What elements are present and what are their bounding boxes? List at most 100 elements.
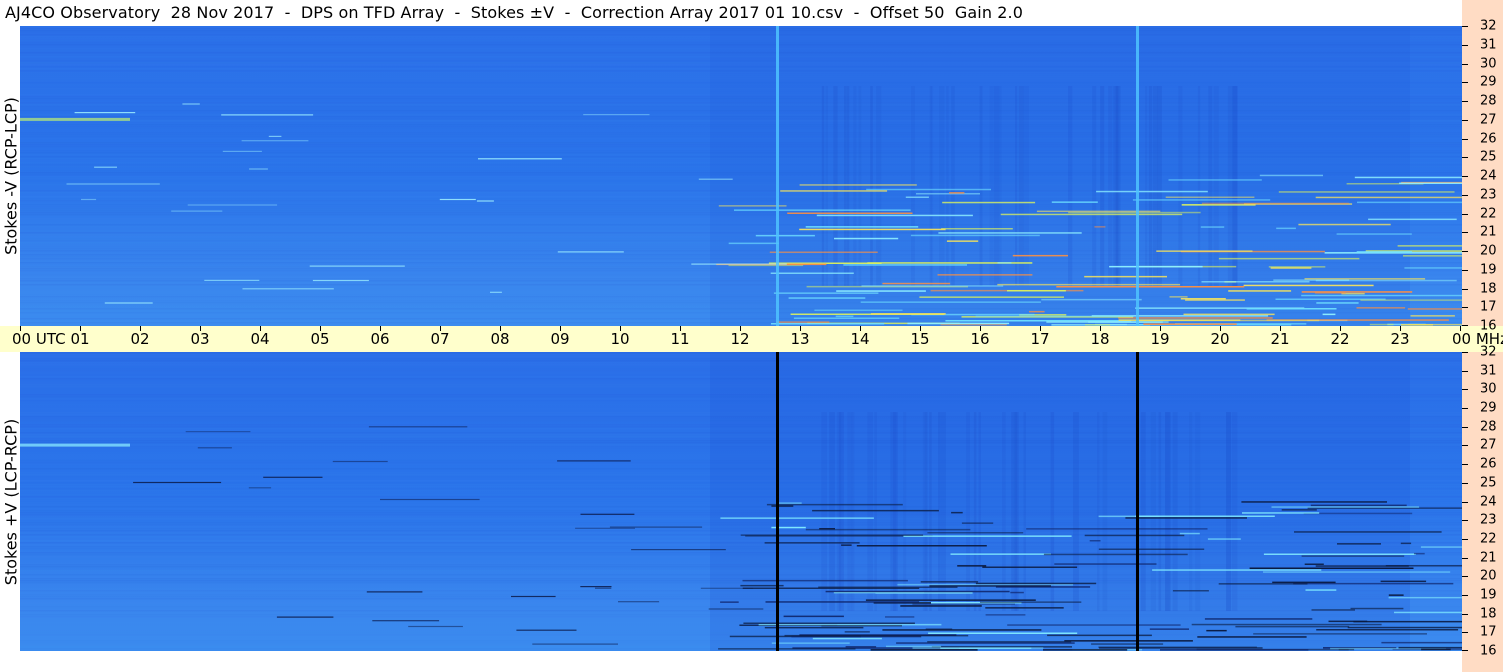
interference-streak bbox=[583, 114, 650, 116]
interference-streak bbox=[557, 251, 624, 253]
time-tick-mark bbox=[920, 326, 921, 331]
interference-streak bbox=[755, 234, 815, 237]
vertical-stripe bbox=[1197, 86, 1201, 286]
interference-streak bbox=[1407, 308, 1462, 310]
interference-streak bbox=[1303, 512, 1413, 515]
time-tick-mark bbox=[680, 326, 681, 331]
interference-streak bbox=[1246, 308, 1337, 310]
frequency-tick-mark bbox=[1462, 213, 1468, 215]
interference-streak bbox=[912, 647, 1044, 649]
interference-streak bbox=[1084, 534, 1185, 537]
time-tick-mark bbox=[1220, 326, 1221, 331]
interference-streak bbox=[1314, 292, 1346, 294]
vertical-stripe bbox=[911, 86, 915, 286]
frequency-tick-mark bbox=[1462, 251, 1468, 252]
interference-streak bbox=[1098, 548, 1205, 550]
frequency-tick-mark bbox=[1462, 269, 1468, 271]
interference-streak bbox=[816, 214, 973, 217]
interference-streak bbox=[1098, 646, 1257, 648]
vertical-stripe bbox=[1232, 86, 1238, 286]
interference-streak bbox=[784, 634, 969, 637]
interference-streak bbox=[907, 322, 1010, 325]
time-tick-mark bbox=[740, 326, 741, 331]
interference-streak bbox=[1026, 528, 1208, 530]
frequency-axis-bottom: 32 31 30 29 28 27 26 25 24 23 22 21 20 19 18 17 16 bbox=[1462, 345, 1503, 672]
interference-streak bbox=[1410, 315, 1455, 317]
frequency-tick-label: 28 bbox=[1480, 419, 1497, 435]
frequency-tick-label: 24 bbox=[1480, 494, 1497, 509]
interference-streak bbox=[1337, 543, 1381, 545]
frequency-tick-label: 18 bbox=[1480, 606, 1497, 622]
time-tick-mark bbox=[1280, 326, 1281, 331]
interference-streak bbox=[698, 178, 733, 180]
frequency-tick-mark bbox=[1462, 370, 1468, 372]
frequency-tick-label: 21 bbox=[1480, 224, 1497, 240]
frequency-tick-label: 31 bbox=[1480, 37, 1497, 53]
y-axis-label-bottom-text: Stokes +V (LCP-RCP) bbox=[1, 418, 21, 586]
vertical-stripe bbox=[1050, 412, 1055, 611]
event-vertical-line bbox=[776, 352, 779, 651]
frequency-tick-label: 31 bbox=[1480, 363, 1497, 379]
frequency-tick-label: 17 bbox=[1480, 624, 1497, 640]
interference-streak bbox=[478, 158, 562, 160]
vertical-stripe bbox=[1068, 86, 1073, 286]
chart-title: AJ4CO Observatory 28 Nov 2017 - DPS on T… bbox=[5, 3, 1024, 22]
time-tick-label: 05 bbox=[310, 330, 330, 348]
interference-streak bbox=[718, 648, 856, 650]
interference-streak bbox=[793, 317, 900, 319]
vertical-stripe bbox=[1002, 412, 1006, 611]
vertical-stripe bbox=[1145, 86, 1148, 286]
vertical-stripe bbox=[1102, 412, 1108, 611]
frequency-tick-mark bbox=[1462, 157, 1468, 159]
frequency-tick-mark bbox=[1462, 26, 1468, 27]
interference-streak bbox=[248, 487, 272, 489]
interference-streak bbox=[595, 587, 612, 589]
interference-streak bbox=[985, 607, 1064, 609]
interference-streak bbox=[1132, 199, 1271, 201]
frequency-tick-mark bbox=[1462, 520, 1468, 522]
frequency-tick-label: 27 bbox=[1480, 437, 1497, 453]
vertical-stripe bbox=[1165, 412, 1170, 611]
frequency-tick-mark bbox=[1462, 352, 1468, 353]
interference-streak bbox=[609, 526, 703, 528]
vertical-stripe bbox=[1231, 412, 1238, 611]
interference-streak bbox=[268, 135, 282, 137]
time-tick-label: 19 bbox=[1150, 330, 1170, 348]
interference-streak bbox=[187, 204, 278, 206]
interference-streak bbox=[204, 279, 260, 281]
time-tick-label: 03 bbox=[190, 330, 210, 348]
interference-streak bbox=[133, 481, 222, 484]
vertical-stripe bbox=[946, 86, 949, 286]
interference-streak bbox=[332, 460, 388, 463]
frequency-tick-label: 25 bbox=[1480, 475, 1497, 491]
interference-streak bbox=[927, 532, 1024, 534]
interference-streak bbox=[844, 631, 870, 633]
interference-streak bbox=[1242, 512, 1320, 514]
interference-streak bbox=[1253, 633, 1427, 635]
time-tick-mark bbox=[1040, 326, 1041, 331]
interference-streak bbox=[836, 290, 926, 292]
time-tick-mark bbox=[320, 326, 321, 331]
interference-streak bbox=[1360, 299, 1462, 301]
interference-streak bbox=[1368, 218, 1457, 221]
frequency-tick-mark bbox=[1462, 594, 1468, 596]
interference-streak bbox=[1054, 563, 1157, 565]
interference-streak bbox=[1311, 609, 1355, 611]
frequency-tick-label: 19 bbox=[1480, 262, 1497, 278]
vertical-stripe bbox=[1153, 86, 1158, 286]
interference-streak bbox=[575, 527, 635, 529]
interference-streak bbox=[1273, 279, 1350, 281]
interference-streak bbox=[312, 279, 369, 282]
vertical-stripe bbox=[1208, 86, 1213, 286]
vertical-stripe bbox=[821, 86, 825, 286]
spectrogram-bottom-svg bbox=[20, 352, 1462, 651]
vertical-stripe bbox=[1227, 86, 1233, 286]
interference-streak bbox=[1315, 565, 1409, 567]
interference-streak bbox=[937, 274, 1033, 276]
frequency-tick-mark bbox=[1462, 63, 1468, 65]
frequency-tick-label: 22 bbox=[1480, 531, 1497, 547]
interference-streak bbox=[618, 601, 660, 603]
interference-streak bbox=[1404, 267, 1462, 269]
time-tick-label: 09 bbox=[550, 330, 570, 348]
interference-streak bbox=[631, 549, 726, 551]
